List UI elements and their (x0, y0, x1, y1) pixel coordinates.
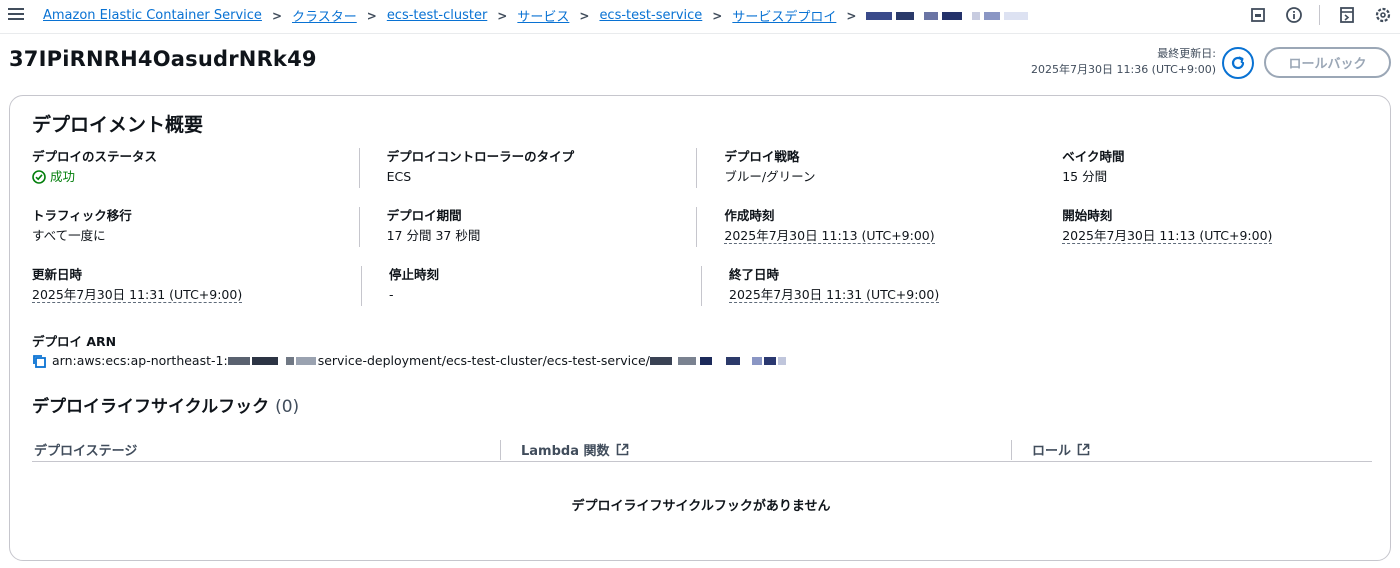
arn-middle: service-deployment/ecs-test-cluster/ecs-… (317, 353, 650, 368)
hooks-count: (0) (275, 397, 300, 417)
end-time: 終了日時 2025年7月30日 11:31 (UTC+9:00) (701, 266, 1041, 325)
field-value: 17 分間 37 秒間 (386, 228, 481, 243)
arn-prefix: arn:aws:ecs:ap-northeast-1: (52, 353, 228, 368)
external-link-icon[interactable] (616, 443, 629, 456)
last-updated-label: 最終更新日: (1157, 47, 1216, 60)
chevron-right-icon: > (846, 8, 857, 23)
status-text: 成功 (50, 169, 76, 184)
deploy-duration: デプロイ期間 17 分間 37 秒間 (358, 207, 697, 266)
field-label: 終了日時 (729, 267, 780, 282)
end-time-value[interactable]: 2025年7月30日 11:31 (UTC+9:00) (729, 287, 940, 303)
last-updated-value: 2025年7月30日 11:36 (UTC+9:00) (1031, 63, 1216, 76)
field-label: デプロイコントローラーのタイプ (386, 149, 575, 164)
field-label: デプロイ期間 (386, 208, 462, 223)
breadcrumb-clusters[interactable]: クラスター (292, 6, 357, 25)
table-header: デプロイステージ Lambda 関数 ロール (32, 438, 1372, 462)
chevron-right-icon: > (366, 8, 377, 23)
rollback-button[interactable]: ロールバック (1264, 47, 1391, 78)
stopped-time: 停止時刻 - (361, 266, 701, 325)
page-title: 37IPiRNRH4OasudrNRk49 (9, 47, 317, 71)
field-value: すべて一度に (32, 228, 106, 243)
field-value: - (389, 287, 394, 302)
updated-time-value[interactable]: 2025年7月30日 11:31 (UTC+9:00) (32, 287, 243, 303)
field-label: ベイク時間 (1062, 149, 1125, 164)
breadcrumb-ecs[interactable]: Amazon Elastic Container Service (43, 8, 262, 23)
breadcrumb-cluster[interactable]: ecs-test-cluster (387, 8, 487, 23)
traffic-shift: トラフィック移行 すべて一度に (32, 207, 370, 266)
refresh-button[interactable] (1222, 47, 1254, 79)
column-header-lambda: Lambda 関数 (501, 438, 1011, 461)
split-panel-icon[interactable] (1338, 6, 1356, 24)
arn-redacted-id (649, 356, 790, 365)
start-time: 開始時刻 2025年7月30日 11:13 (UTC+9:00) (1034, 207, 1372, 266)
menu-icon[interactable] (8, 6, 24, 20)
updated-time: 更新日時 2025年7月30日 11:31 (UTC+9:00) (32, 266, 372, 325)
deploy-arn: デプロイ ARN arn:aws:ecs:ap-northeast-1: ser… (32, 331, 790, 368)
lifecycle-hooks-title: デプロイライフサイクルフック (0) (32, 392, 299, 417)
breadcrumb-services[interactable]: サービス (517, 6, 569, 25)
top-navigation-bar: Amazon Elastic Container Service > クラスター… (0, 0, 1400, 34)
role-column-label: ロール (1032, 444, 1072, 459)
field-label: 停止時刻 (389, 267, 440, 282)
divider (1319, 5, 1320, 25)
notifications-panel-icon[interactable] (1249, 6, 1267, 24)
breadcrumb-service-deployments[interactable]: サービスデプロイ (732, 6, 836, 25)
created-time-value[interactable]: 2025年7月30日 11:13 (UTC+9:00) (724, 228, 935, 244)
field-label: トラフィック移行 (32, 208, 132, 223)
bake-time: ベイク時間 15 分間 (1034, 148, 1372, 207)
deploy-controller-type: デプロイコントローラーのタイプ ECS (358, 148, 697, 207)
deployment-overview-container: デプロイメント概要 デプロイのステータス 成功 デプロイコントローラーのタイプ … (9, 95, 1391, 561)
field-label: 開始時刻 (1062, 208, 1113, 223)
settings-icon[interactable] (1374, 6, 1392, 24)
arn-value: arn:aws:ecs:ap-northeast-1: service-depl… (32, 353, 790, 368)
success-check-icon (32, 169, 46, 184)
breadcrumb-service[interactable]: ecs-test-service (599, 8, 702, 23)
created-time: 作成時刻 2025年7月30日 11:13 (UTC+9:00) (696, 207, 1034, 266)
start-time-value[interactable]: 2025年7月30日 11:13 (UTC+9:00) (1062, 228, 1273, 244)
refresh-icon (1231, 56, 1245, 70)
last-updated: 最終更新日: 2025年7月30日 11:36 (UTC+9:00) (1031, 46, 1216, 78)
section-title: デプロイメント概要 (32, 114, 204, 136)
chevron-right-icon: > (712, 8, 723, 23)
chevron-right-icon: > (271, 8, 282, 23)
info-icon[interactable] (1285, 6, 1303, 24)
column-header-stage: デプロイステージ (34, 444, 138, 459)
deploy-strategy: デプロイ戦略 ブルー/グリーン (696, 148, 1034, 207)
breadcrumb-current-redacted (866, 11, 1032, 20)
field-label: 作成時刻 (724, 208, 775, 223)
breadcrumb: Amazon Elastic Container Service > クラスター… (43, 6, 1032, 25)
chevron-right-icon: > (579, 8, 590, 23)
chevron-right-icon: > (497, 8, 508, 23)
empty-state-message: デプロイライフサイクルフックがありません (571, 499, 831, 514)
field-label: デプロイのステータス (32, 149, 158, 164)
status-success: 成功 (32, 167, 370, 186)
lambda-column-label: Lambda 関数 (521, 444, 610, 459)
field-label: 更新日時 (32, 267, 83, 282)
arn-redacted-account (227, 356, 318, 365)
field-value: ブルー/グリーン (724, 169, 816, 184)
deploy-status: デプロイのステータス 成功 (32, 148, 370, 207)
key-value-grid: デプロイのステータス 成功 デプロイコントローラーのタイプ ECS デプロイ戦略… (32, 148, 1372, 325)
hooks-title-text: デプロイライフサイクルフック (32, 397, 270, 417)
copy-icon[interactable] (32, 354, 46, 368)
field-value: ECS (386, 169, 412, 184)
external-link-icon[interactable] (1077, 443, 1090, 456)
field-label: デプロイ ARN (32, 334, 117, 349)
column-header-role: ロール (1012, 438, 1090, 461)
field-label: デプロイ戦略 (724, 149, 800, 164)
field-value: 15 分間 (1062, 169, 1108, 184)
